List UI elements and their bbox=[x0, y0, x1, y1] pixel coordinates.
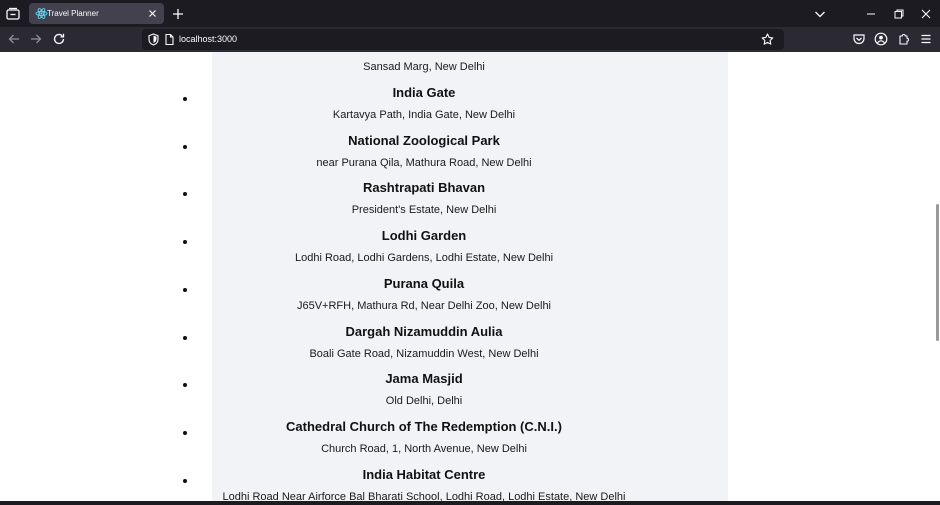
page-viewport: Sansad Marg, New Delhi India Gate Kartavy… bbox=[0, 52, 940, 501]
list-item: Dargah Nizamuddin Aulia Boali Gate Road, … bbox=[154, 324, 694, 371]
navigation-toolbar: localhost:3000 bbox=[0, 27, 940, 52]
place-address: Kartavya Path, India Gate, New Delhi bbox=[332, 109, 516, 121]
hamburger-menu-icon[interactable] bbox=[917, 30, 935, 48]
scrollbar-thumb[interactable] bbox=[936, 204, 939, 341]
place-address: Church Road, 1, North Avenue, New Delhi bbox=[321, 442, 527, 455]
window-bottom-edge bbox=[0, 501, 940, 505]
pocket-icon[interactable] bbox=[850, 30, 868, 48]
url-text[interactable]: localhost:3000 bbox=[179, 32, 237, 47]
close-icon[interactable] bbox=[145, 6, 160, 21]
place-address: near Purana Qila, Mathura Road, New Delh… bbox=[316, 156, 532, 169]
tab-title: Travel Planner bbox=[47, 9, 99, 18]
back-arrow-icon[interactable] bbox=[5, 30, 23, 48]
list-item: Cathedral Church of The Redemption (C.N.… bbox=[154, 419, 694, 466]
reload-icon[interactable] bbox=[50, 30, 68, 48]
place-address: Sansad Marg, New Delhi bbox=[363, 61, 485, 73]
place-name: Cathedral Church of The Redemption (C.N.… bbox=[286, 418, 562, 434]
place-name: India Gate bbox=[392, 85, 456, 100]
place-address: Lodhi Road Near Airforce Bal Bharati Sch… bbox=[222, 490, 626, 501]
window-close-icon[interactable] bbox=[917, 5, 935, 23]
forward-arrow-icon[interactable] bbox=[27, 30, 45, 48]
place-name: Rashtrapati Bhavan bbox=[362, 180, 486, 196]
list-item: India Gate Kartavya Path, India Gate, New… bbox=[154, 85, 694, 132]
puzzle-icon[interactable] bbox=[895, 30, 913, 48]
account-icon[interactable] bbox=[872, 30, 890, 48]
shield-icon[interactable] bbox=[145, 31, 162, 48]
place-name: Jama Masjid bbox=[385, 371, 463, 387]
url-bar[interactable]: localhost:3000 bbox=[142, 29, 784, 50]
place-name: Purana Quila bbox=[383, 275, 465, 291]
chevron-down-icon[interactable] bbox=[811, 5, 829, 23]
page-icon[interactable] bbox=[161, 31, 178, 48]
list-item: Jama Masjid Old Delhi, Delhi bbox=[154, 371, 694, 418]
place-address: Old Delhi, Delhi bbox=[385, 395, 463, 408]
place-address: J65V+RFH, Mathura Rd, Near Delhi Zoo, Ne… bbox=[296, 299, 551, 312]
list-item: India Habitat Centre Lodhi Road Near Airf… bbox=[154, 467, 694, 501]
tab-travel-planner[interactable]: Travel Planner bbox=[29, 3, 164, 24]
place-address: Lodhi Road, Lodhi Gardens, Lodhi Estate,… bbox=[294, 252, 554, 265]
tab-list-icon[interactable] bbox=[4, 5, 22, 23]
star-icon[interactable] bbox=[759, 31, 776, 48]
place-address: Boali Gate Road, Nizamuddin West, New De… bbox=[309, 347, 539, 360]
place-address: President's Estate, New Delhi bbox=[351, 204, 497, 217]
list-item: Purana Quila J65V+RFH, Mathura Rd, Near D… bbox=[154, 276, 694, 323]
place-name: Dargah Nizamuddin Aulia bbox=[345, 323, 503, 339]
plus-icon[interactable] bbox=[169, 5, 187, 23]
place-name: India Habitat Centre bbox=[362, 466, 486, 482]
minimize-icon[interactable] bbox=[862, 5, 880, 23]
tab-bar: Travel Planner bbox=[0, 0, 940, 27]
restore-icon[interactable] bbox=[890, 5, 908, 23]
list-item: Lodhi Garden Lodhi Road, Lodhi Gardens, L… bbox=[154, 228, 694, 275]
place-name: Lodhi Garden bbox=[381, 228, 467, 244]
list-item: National Zoological Park near Purana Qila… bbox=[154, 133, 694, 180]
list-item: Rashtrapati Bhavan President's Estate, Ne… bbox=[154, 180, 694, 227]
place-name: National Zoological Park bbox=[348, 132, 500, 148]
